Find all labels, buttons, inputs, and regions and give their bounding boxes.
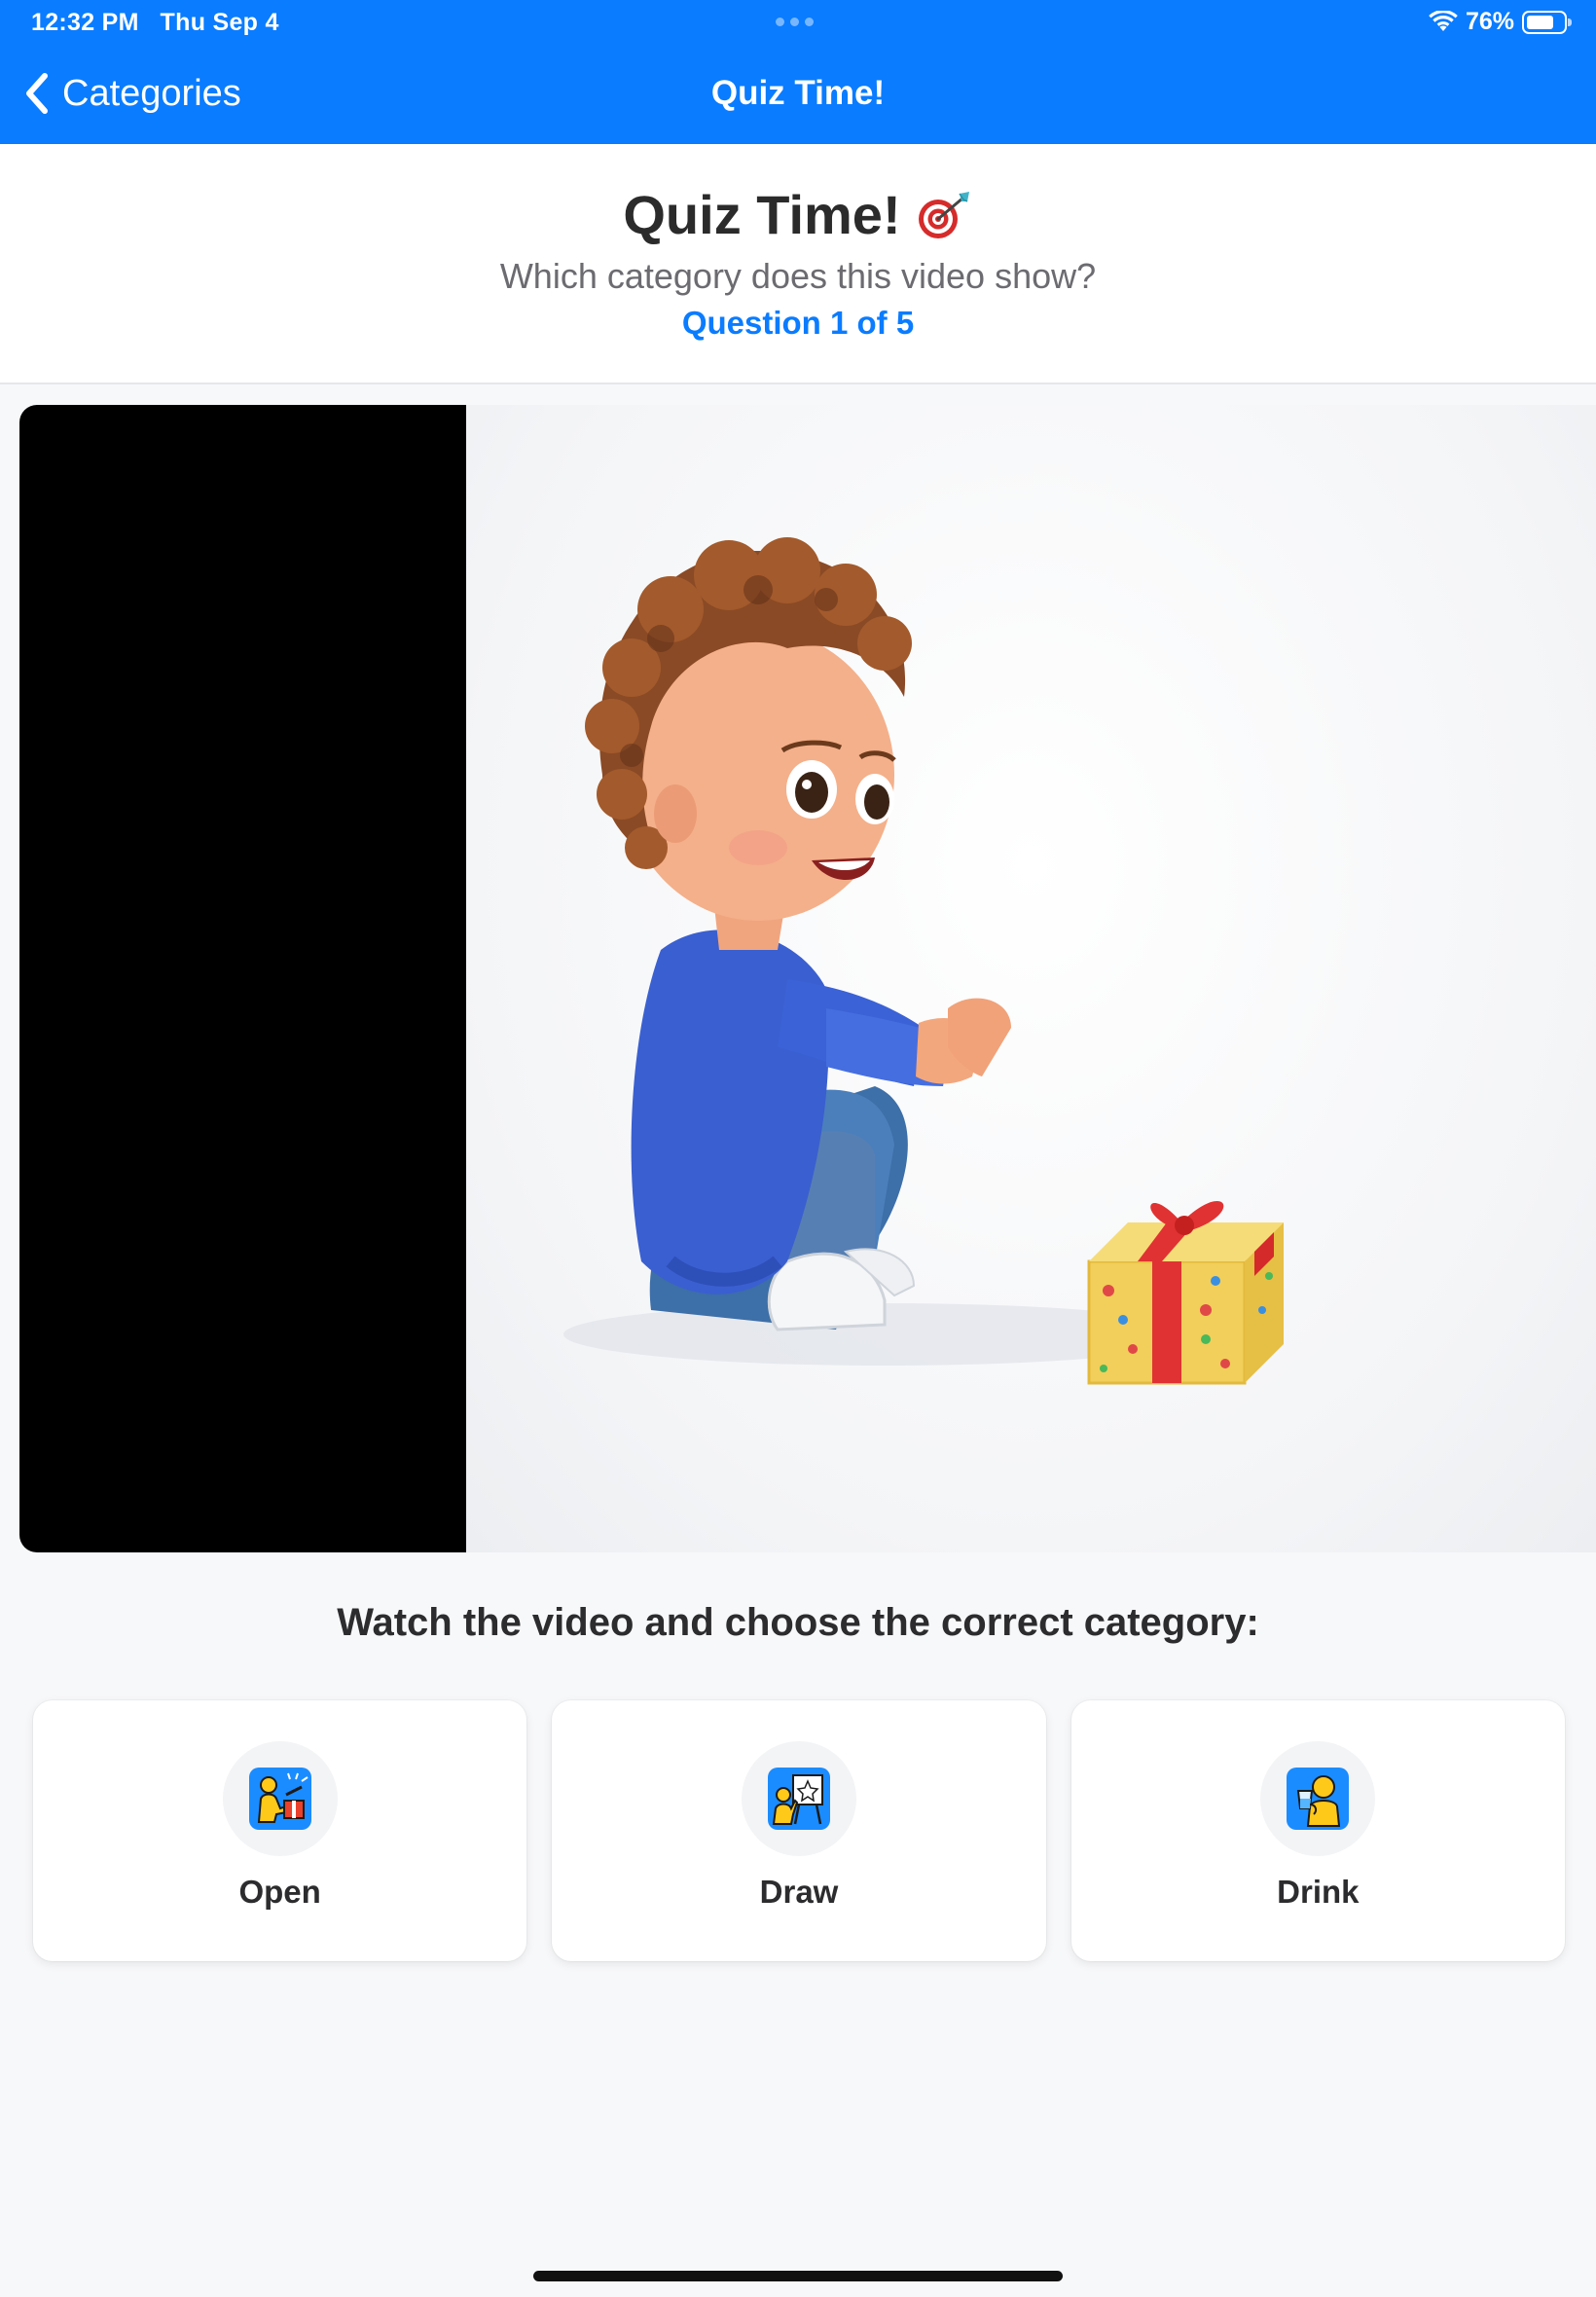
quiz-subtitle: Which category does this video show? bbox=[499, 256, 1097, 296]
quiz-title: Quiz Time! bbox=[623, 184, 901, 245]
draw-easel-icon bbox=[767, 1768, 830, 1830]
wifi-icon bbox=[1429, 10, 1458, 31]
video-player[interactable] bbox=[19, 405, 1596, 1552]
category-options: Open Draw Drink bbox=[33, 1700, 1565, 1961]
option-label: Drink bbox=[1277, 1874, 1360, 1910]
home-indicator[interactable] bbox=[533, 2271, 1063, 2281]
nav-title: Quiz Time! bbox=[710, 74, 886, 112]
drink-cup-icon bbox=[1287, 1768, 1350, 1830]
option-icon-container bbox=[741, 1741, 856, 1856]
navigation-bar: Categories Quiz Time! bbox=[0, 47, 1596, 144]
question-counter: Question 1 of 5 bbox=[681, 305, 915, 341]
quiz-title-row: Quiz Time! bbox=[0, 183, 1596, 246]
status-date: Thu Sep 4 bbox=[160, 9, 279, 36]
option-label: Open bbox=[238, 1874, 321, 1910]
option-icon-container bbox=[1260, 1741, 1376, 1856]
battery-icon bbox=[1522, 10, 1572, 34]
video-frame[interactable] bbox=[466, 405, 1596, 1552]
target-dart-icon bbox=[918, 191, 969, 238]
status-time-date: 12:32 PM Thu Sep 4 bbox=[31, 9, 279, 37]
battery-percent: 76% bbox=[1465, 8, 1514, 35]
option-icon-container bbox=[222, 1741, 338, 1856]
option-card-open[interactable]: Open bbox=[33, 1700, 527, 1961]
quiz-header: Quiz Time! Which category does this vide… bbox=[0, 144, 1596, 384]
status-time: 12:32 PM bbox=[31, 9, 139, 36]
option-label: Draw bbox=[759, 1874, 839, 1910]
status-right: 76% bbox=[1429, 8, 1572, 36]
top-bar: 12:32 PM Thu Sep 4 76% Categories Quiz T… bbox=[0, 0, 1596, 144]
status-bar: 12:32 PM Thu Sep 4 76% bbox=[0, 0, 1596, 47]
option-card-draw[interactable]: Draw bbox=[552, 1700, 1046, 1961]
video-letterbox bbox=[19, 405, 466, 1552]
instruction-text: Watch the video and choose the correct c… bbox=[337, 1601, 1259, 1644]
multitasking-dots[interactable] bbox=[776, 18, 814, 26]
child-with-gift-video-frame bbox=[563, 537, 1284, 1385]
open-gift-icon bbox=[248, 1768, 311, 1830]
option-card-drink[interactable]: Drink bbox=[1070, 1700, 1565, 1961]
